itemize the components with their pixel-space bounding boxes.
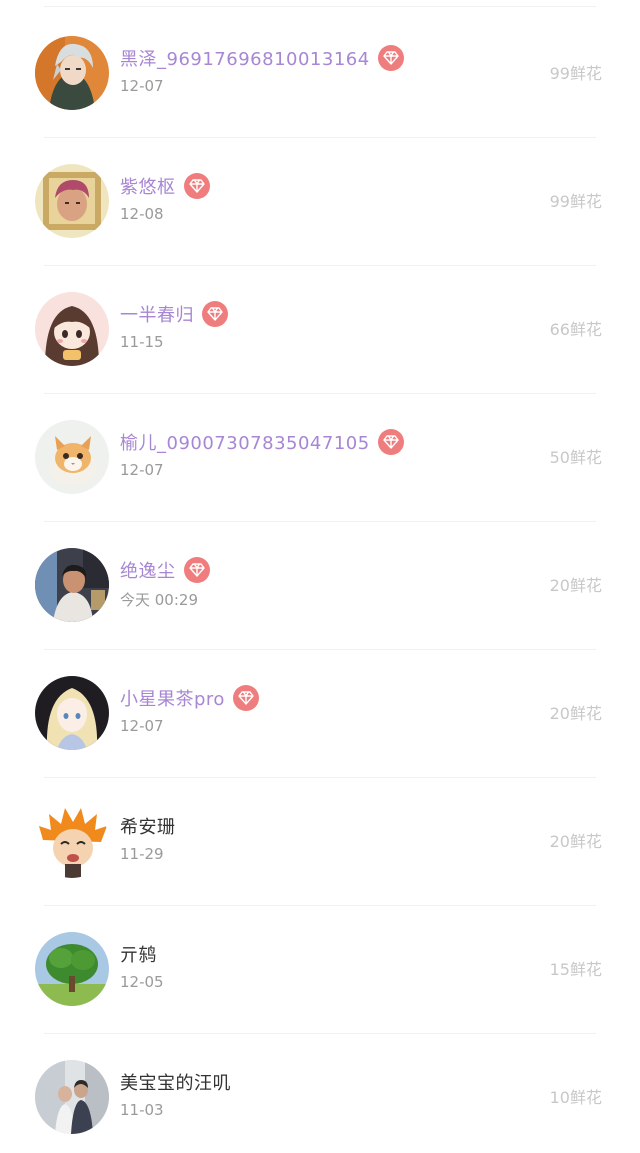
- avatar[interactable]: [35, 676, 109, 750]
- tree-landscape-avatar-image: [35, 932, 109, 1006]
- gift-amount: 20鲜花: [549, 704, 602, 723]
- diamond-icon: [183, 557, 210, 583]
- diamond-icon: [183, 173, 210, 199]
- diamond-icon: [232, 685, 259, 711]
- list-item[interactable]: 希安珊 11-29 20鲜花: [0, 778, 640, 906]
- list-item[interactable]: 一半春归 11-15 66鲜花: [0, 266, 640, 394]
- gift-amount: 99鲜花: [549, 64, 602, 83]
- gift-amount: 20鲜花: [549, 832, 602, 851]
- avatar[interactable]: [35, 164, 109, 238]
- anime-silver-hair-avatar-image: [35, 36, 109, 110]
- gift-amount: 15鲜花: [549, 960, 602, 979]
- photo-person-avatar-image: [35, 548, 109, 622]
- avatar[interactable]: [35, 292, 109, 366]
- avatar[interactable]: [35, 932, 109, 1006]
- username[interactable]: 榆儿_09007307835047105: [120, 429, 370, 455]
- list-item[interactable]: 榆儿_09007307835047105 12-07 50鲜花: [0, 394, 640, 522]
- username[interactable]: 紫悠枢: [120, 173, 176, 199]
- diamond-icon: [377, 429, 404, 455]
- username[interactable]: 希安珊: [120, 813, 176, 839]
- avatar[interactable]: [35, 420, 109, 494]
- date-label: 11-03: [120, 1101, 164, 1119]
- list-item[interactable]: 亓鸫 12-05 15鲜花: [0, 906, 640, 1034]
- date-label: 12-07: [120, 461, 164, 479]
- username[interactable]: 一半春归: [120, 301, 194, 327]
- username[interactable]: 小星果茶pro: [120, 685, 225, 711]
- username[interactable]: 黑泽_96917696810013164: [120, 45, 370, 71]
- date-label: 12-05: [120, 973, 164, 991]
- diamond-icon: [202, 301, 228, 327]
- date-label: 11-15: [120, 333, 164, 351]
- couple-photo-avatar-image: [35, 1060, 109, 1134]
- blonde-girl-illustration-avatar-image: [35, 676, 109, 750]
- date-label: 11-29: [120, 845, 164, 863]
- username[interactable]: 美宝宝的汪叽: [120, 1069, 231, 1095]
- gift-amount: 50鲜花: [549, 448, 602, 467]
- top-divider: [44, 6, 596, 7]
- date-label: 12-07: [120, 77, 164, 95]
- gift-amount: 66鲜花: [549, 320, 602, 339]
- kitten-avatar-image: [35, 420, 109, 494]
- username[interactable]: 亓鸫: [120, 941, 157, 967]
- gift-ranking-list: 黑泽_96917696810013164 12-07 99鲜花 紫悠枢 12-0…: [0, 0, 640, 1153]
- gift-amount: 99鲜花: [549, 192, 602, 211]
- framed-portrait-avatar-image: [35, 164, 109, 238]
- list-item[interactable]: 黑泽_96917696810013164 12-07 99鲜花: [0, 10, 640, 138]
- date-label: 12-07: [120, 717, 164, 735]
- date-label: 12-08: [120, 205, 164, 223]
- chibi-girl-avatar-image: [35, 292, 109, 366]
- avatar[interactable]: [35, 548, 109, 622]
- avatar[interactable]: [35, 804, 109, 878]
- gift-amount: 10鲜花: [549, 1088, 602, 1107]
- gift-amount: 20鲜花: [549, 576, 602, 595]
- list-item[interactable]: 绝逸尘 今天 00:29 20鲜花: [0, 522, 640, 650]
- list-item[interactable]: 紫悠枢 12-08 99鲜花: [0, 138, 640, 266]
- list-item[interactable]: 小星果茶pro 12-07 20鲜花: [0, 650, 640, 778]
- avatar[interactable]: [35, 1060, 109, 1134]
- username[interactable]: 绝逸尘: [120, 557, 176, 583]
- cartoon-orange-hair-avatar-image: [35, 804, 109, 878]
- avatar[interactable]: [35, 36, 109, 110]
- diamond-icon: [377, 45, 404, 71]
- list-item[interactable]: 美宝宝的汪叽 11-03 10鲜花: [0, 1034, 640, 1153]
- date-label: 今天 00:29: [120, 591, 198, 609]
